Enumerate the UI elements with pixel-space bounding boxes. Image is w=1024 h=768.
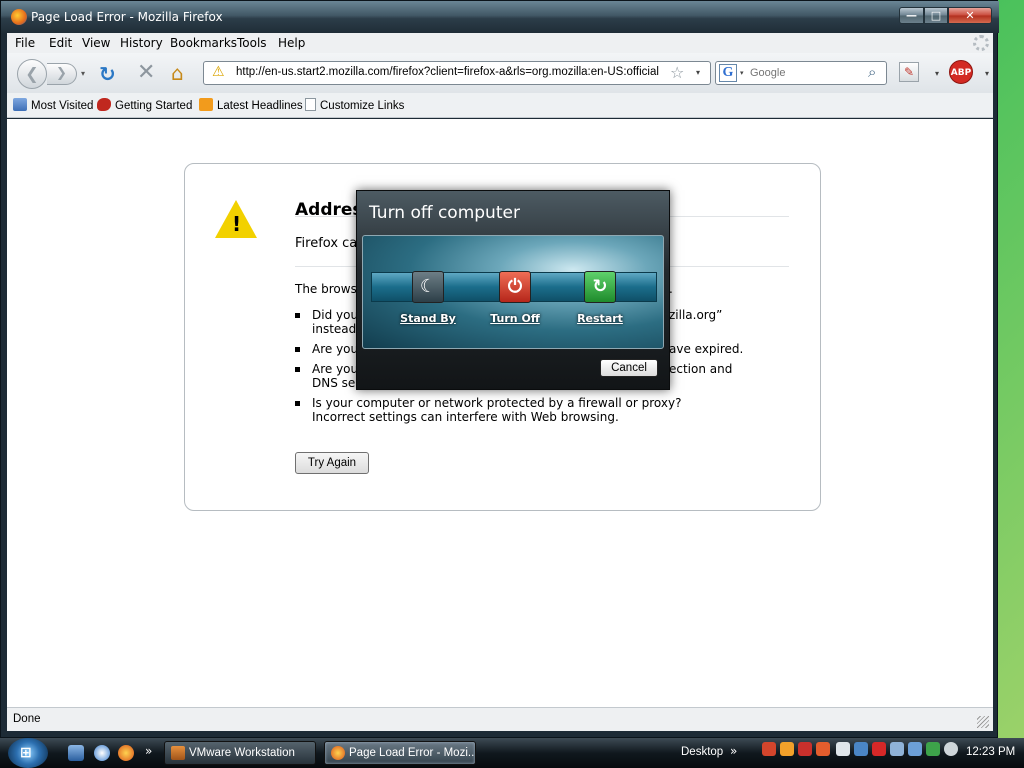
google-icon[interactable]: G <box>719 64 737 82</box>
show-desktop-icon[interactable] <box>68 745 84 761</box>
history-dropdown-icon[interactable]: ▾ <box>81 69 85 78</box>
dialog-title: Turn off computer <box>369 203 520 223</box>
network-icon[interactable] <box>926 742 940 756</box>
bookmark-star-icon[interactable]: ☆ <box>670 63 684 82</box>
magnifier-icon[interactable]: ⌕ <box>868 63 876 81</box>
tray-icon[interactable] <box>836 742 850 756</box>
home-button[interactable]: ⌂ <box>171 61 184 85</box>
tray-icon[interactable] <box>816 742 830 756</box>
error-subtitle: Firefox ca <box>295 236 358 251</box>
url-input[interactable]: http://en-us.start2.mozilla.com/firefox?… <box>236 66 666 78</box>
maximize-button[interactable]: □ <box>924 7 948 24</box>
tray-icon[interactable] <box>798 742 812 756</box>
quicklaunch-more-icon[interactable]: » <box>145 744 152 758</box>
volume-icon[interactable] <box>944 742 958 756</box>
restart-button[interactable]: ↻ <box>584 271 616 303</box>
warning-exclamation: ! <box>232 212 242 236</box>
menu-edit[interactable]: Edit <box>49 36 72 50</box>
adblock-plus-button[interactable]: ABP <box>949 60 973 84</box>
url-bar[interactable]: ⚠ http://en-us.start2.mozilla.com/firefo… <box>203 61 711 85</box>
page-icon <box>305 98 316 111</box>
error-description: The browse <box>295 282 365 296</box>
getting-started-icon <box>97 98 111 111</box>
menu-bar: File Edit View History Bookmarks Tools H… <box>7 33 993 53</box>
search-bar: G ▾ ⌕ <box>715 61 887 85</box>
taskbar-button-firefox[interactable]: Page Load Error - Mozi... <box>324 741 476 765</box>
bullet-tail: ave expired. <box>669 342 744 356</box>
tray-icon[interactable] <box>780 742 794 756</box>
url-dropdown-icon[interactable]: ▾ <box>696 68 700 77</box>
stand-by-button[interactable]: ☾ <box>412 271 444 303</box>
turn-off-dialog: Turn off computer ☾ ⏻ ↻ Stand By Turn Of… <box>356 190 670 390</box>
bookmark-label: Getting Started <box>115 100 193 112</box>
bookmarks-toolbar: Most Visited Getting Started Latest Head… <box>7 93 993 118</box>
tray-icon[interactable] <box>762 742 776 756</box>
search-input[interactable] <box>750 65 860 81</box>
firefox-icon <box>11 9 27 25</box>
task-label: VMware Workstation <box>189 747 295 759</box>
most-visited-icon <box>13 98 27 111</box>
desktop-toolbar-label[interactable]: Desktop <box>681 746 723 758</box>
menu-bookmarks[interactable]: Bookmarks <box>170 36 237 50</box>
bullet-tail: ection and <box>669 362 733 376</box>
bookmark-getting-started[interactable]: Getting Started <box>97 98 192 112</box>
tray-icon[interactable] <box>890 742 904 756</box>
firefox-quicklaunch-icon[interactable] <box>118 745 134 761</box>
tray-icon[interactable] <box>854 742 868 756</box>
list-item: Is your computer or network protected by… <box>295 396 735 424</box>
taskbar-button-vmware[interactable]: VMware Workstation <box>164 741 316 765</box>
window-title: Page Load Error - Mozilla Firefox <box>31 10 223 24</box>
bookmark-label: Customize Links <box>320 100 405 112</box>
rss-feed-icon <box>199 98 213 111</box>
bookmark-latest-headlines[interactable]: Latest Headlines <box>199 98 303 112</box>
stand-by-label[interactable]: Stand By <box>388 312 468 325</box>
menu-file[interactable]: File <box>15 36 35 50</box>
bookmark-most-visited[interactable]: Most Visited <box>13 98 93 112</box>
warning-icon: ⚠ <box>212 64 225 80</box>
try-again-button[interactable]: Try Again <box>295 452 369 474</box>
tray-icon[interactable] <box>872 742 886 756</box>
back-button[interactable]: ❮ <box>17 59 47 89</box>
close-button[interactable]: ✕ <box>948 7 992 24</box>
bookmark-label: Most Visited <box>31 100 94 112</box>
windows-logo-icon: ⊞ <box>20 745 32 761</box>
tray-icon[interactable] <box>908 742 922 756</box>
addon-dropdown-icon[interactable]: ▾ <box>935 69 939 78</box>
clock[interactable]: 12:23 PM <box>966 746 1015 758</box>
bookmark-label: Latest Headlines <box>217 100 303 112</box>
error-title: Addres <box>295 200 363 220</box>
desktop-more-icon[interactable]: » <box>730 744 737 758</box>
turn-off-button[interactable]: ⏻ <box>499 271 531 303</box>
power-options-panel: ☾ ⏻ ↻ Stand By Turn Off Restart <box>362 235 664 349</box>
resize-grip-icon[interactable] <box>977 716 989 728</box>
reload-button[interactable]: ↻ <box>99 62 116 86</box>
menu-view[interactable]: View <box>82 36 110 50</box>
menu-help[interactable]: Help <box>278 36 305 50</box>
status-text: Done <box>13 713 41 725</box>
status-bar: Done <box>7 707 993 731</box>
taskbar: ⊞ » VMware Workstation Page Load Error -… <box>0 738 1024 768</box>
bullet-tail: zilla.org” <box>669 308 723 322</box>
turn-off-label[interactable]: Turn Off <box>475 312 555 325</box>
vmware-icon <box>171 746 185 760</box>
menu-tools[interactable]: Tools <box>237 36 267 50</box>
search-engine-dropdown-icon[interactable]: ▾ <box>740 69 744 77</box>
cancel-button[interactable]: Cancel <box>600 359 658 377</box>
forward-button[interactable]: ❯ <box>47 63 77 85</box>
title-bar[interactable]: Page Load Error - Mozilla Firefox — □ ✕ <box>1 1 999 33</box>
navigation-toolbar: ❮ ❯ ▾ ↻ ✕ ⌂ ⚠ http://en-us.start2.mozill… <box>7 53 993 93</box>
addon-edit-icon[interactable]: ✎ <box>899 62 919 82</box>
internet-explorer-icon[interactable] <box>94 745 110 761</box>
throbber-icon <box>973 35 989 51</box>
task-label: Page Load Error - Mozi... <box>349 747 476 759</box>
adblock-dropdown-icon[interactable]: ▾ <box>985 69 989 78</box>
menu-history[interactable]: History <box>120 36 163 50</box>
restart-label[interactable]: Restart <box>560 312 640 325</box>
firefox-icon <box>331 746 345 760</box>
bullet-text: Is your computer or network protected by… <box>312 396 682 424</box>
stop-button[interactable]: ✕ <box>137 60 155 85</box>
minimize-button[interactable]: — <box>899 7 924 24</box>
bookmark-customize-links[interactable]: Customize Links <box>305 98 404 112</box>
